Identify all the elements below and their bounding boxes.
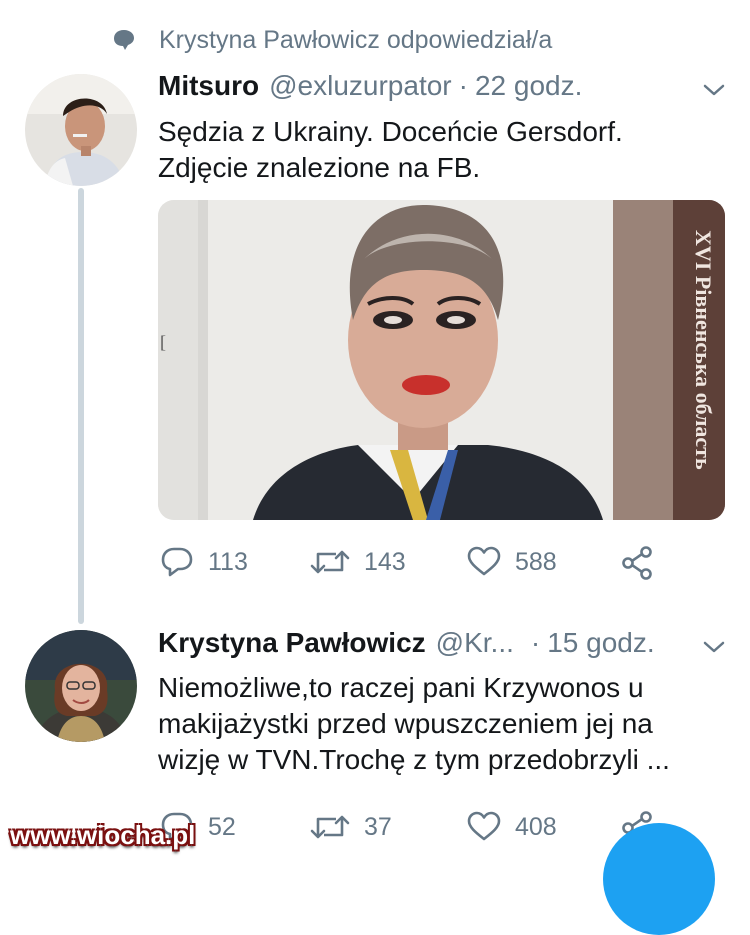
retweet-count: 143 bbox=[364, 547, 406, 576]
speech-bubble-icon bbox=[114, 30, 134, 50]
reply-count: 113 bbox=[208, 547, 248, 576]
reply-context: Krystyna Pawłowicz odpowiedział/a bbox=[113, 24, 552, 56]
reply-button[interactable]: 113 bbox=[160, 546, 248, 578]
avatar-image bbox=[25, 630, 137, 742]
avatar-image bbox=[25, 74, 137, 186]
separator-dot: · bbox=[530, 627, 541, 658]
judge-photo: XVI Рівненська область [ bbox=[158, 200, 725, 520]
like-count: 588 bbox=[515, 547, 557, 576]
retweet-button[interactable]: 143 bbox=[310, 546, 406, 578]
share-icon[interactable] bbox=[620, 546, 654, 580]
chevron-down-icon[interactable] bbox=[702, 82, 726, 98]
reply-icon bbox=[161, 547, 193, 577]
compose-fab-button[interactable] bbox=[603, 823, 715, 935]
tweet-text-line: wizję w TVN.Trochę z tym przedobrzyli ..… bbox=[158, 744, 670, 775]
author-handle[interactable]: @Kr... bbox=[436, 627, 514, 659]
thread-line bbox=[78, 188, 84, 624]
chevron-down-icon[interactable] bbox=[702, 639, 726, 655]
reply-count: 52 bbox=[208, 812, 236, 841]
like-count: 408 bbox=[515, 812, 557, 841]
tweet1-text: Sędzia z Ukrainy. Doceńcie Gersdorf. Zdj… bbox=[158, 114, 718, 186]
tweet-text-line: Zdjęcie znalezione na FB. bbox=[158, 152, 481, 183]
retweet-icon bbox=[310, 550, 350, 574]
like-button[interactable]: 588 bbox=[467, 546, 557, 578]
watermark: www.wiocha.pl bbox=[10, 820, 196, 850]
author-name[interactable]: Krystyna Pawłowicz bbox=[158, 627, 426, 659]
tweet-text-line: Sędzia z Ukrainy. Doceńcie Gersdorf. bbox=[158, 116, 623, 147]
context-text: Krystyna Pawłowicz odpowiedział/a bbox=[159, 25, 553, 54]
tweet2-text: Niemożliwe,to raczej pani Krzywonos u ma… bbox=[158, 670, 738, 778]
heart-icon bbox=[467, 811, 501, 841]
tweet-text-line: Niemożliwe,to raczej pani Krzywonos u bbox=[158, 672, 644, 703]
timestamp[interactable]: 15 godz. bbox=[547, 627, 654, 659]
photo-side-text: XVI Рівненська область bbox=[691, 230, 716, 470]
tweet-text-line: makijażystki przed wpuszczeniem jej na bbox=[158, 708, 653, 739]
heart-icon bbox=[467, 546, 501, 576]
timestamp[interactable]: 22 godz. bbox=[475, 70, 582, 102]
author-handle[interactable]: @exluzurpator bbox=[269, 70, 452, 102]
photo-bracket: [ bbox=[160, 332, 166, 352]
tweet1-header: Mitsuro @exluzurpator · 22 godz. bbox=[158, 70, 582, 102]
avatar-krystyna[interactable] bbox=[25, 630, 137, 742]
avatar-mitsuro[interactable] bbox=[25, 74, 137, 186]
like-button[interactable]: 408 bbox=[467, 811, 557, 843]
tweet1-photo[interactable]: XVI Рівненська область [ bbox=[158, 200, 725, 520]
retweet-button[interactable]: 37 bbox=[310, 811, 392, 843]
retweet-icon bbox=[310, 815, 350, 839]
separator-dot: · bbox=[458, 70, 468, 101]
retweet-count: 37 bbox=[364, 812, 392, 841]
author-name[interactable]: Mitsuro bbox=[158, 70, 259, 102]
tweet2-header: Krystyna Pawłowicz @Kr... · 15 godz. bbox=[158, 627, 655, 659]
